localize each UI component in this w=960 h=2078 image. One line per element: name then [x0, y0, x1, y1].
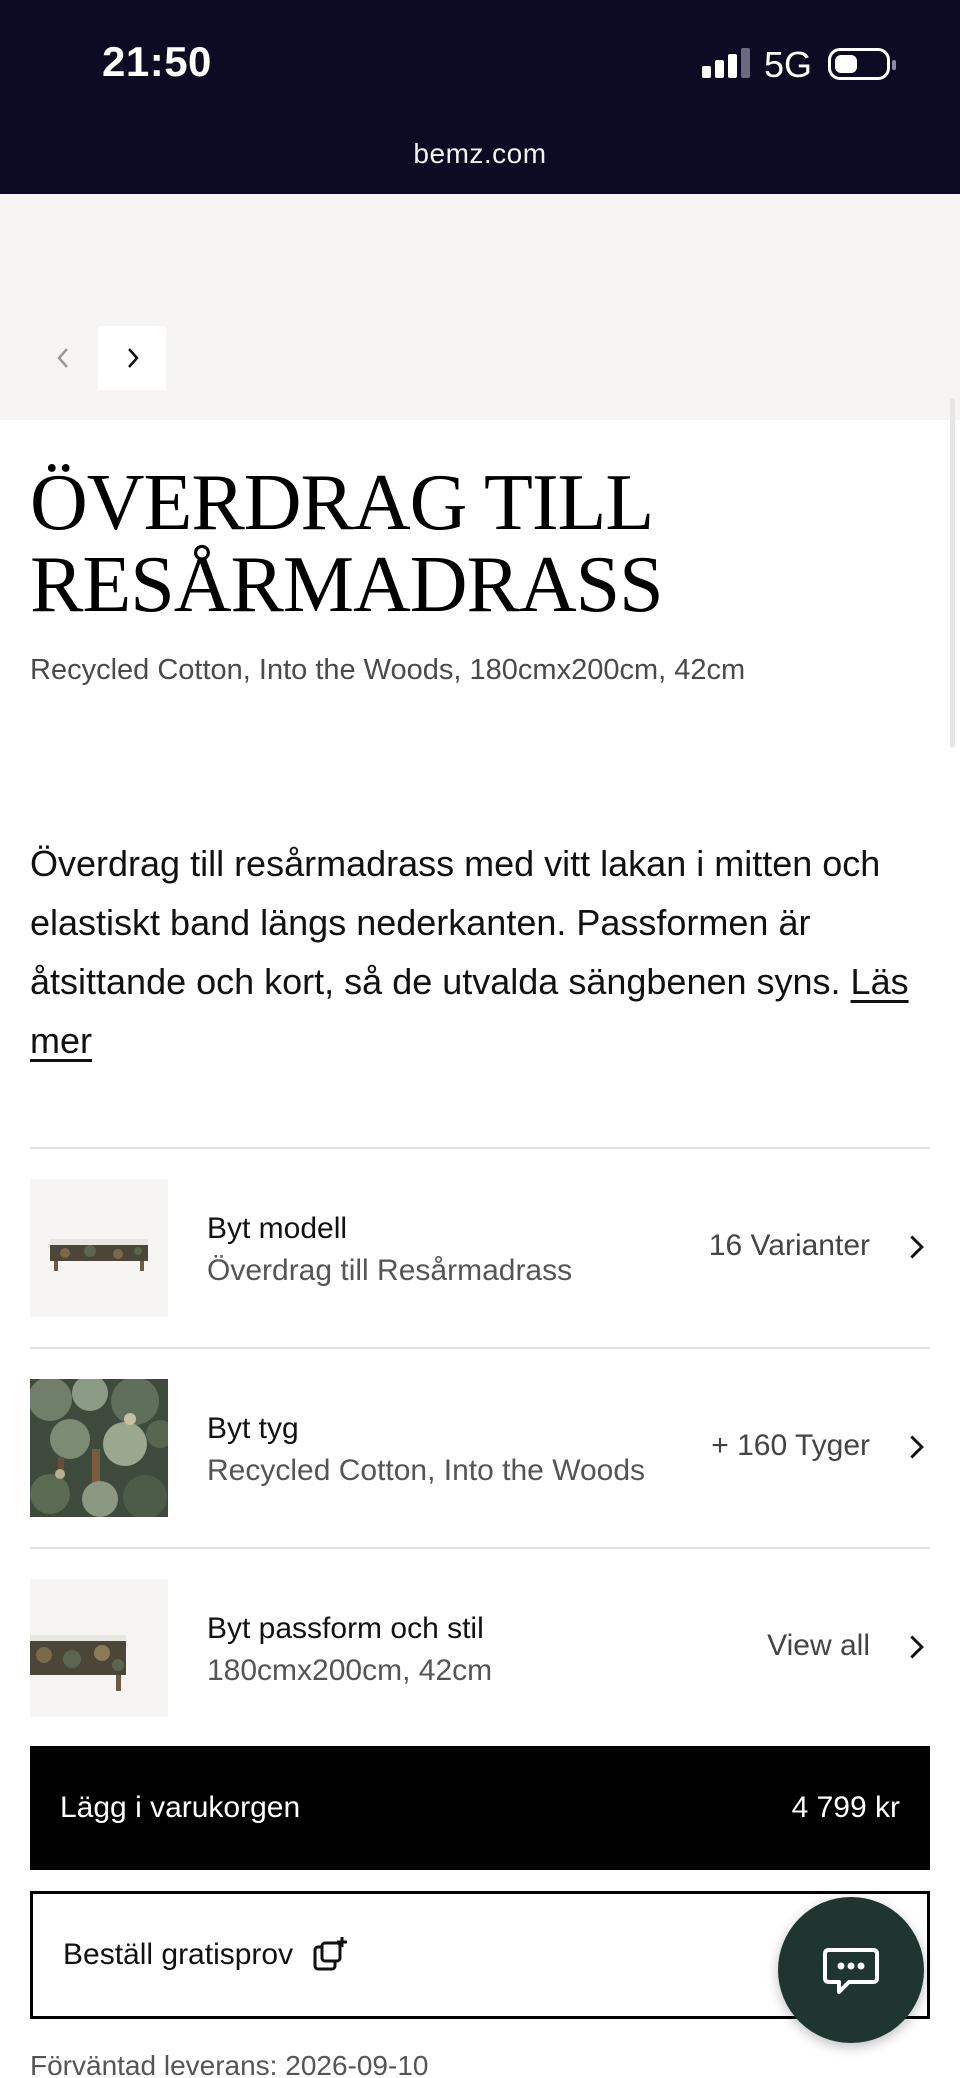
order-sample-label: Beställ gratisprov [63, 1938, 294, 1971]
clock: 21:50 [102, 38, 212, 85]
option-value: Recycled Cotton, Into the Woods [207, 1454, 646, 1487]
chevron-right-icon [128, 348, 139, 368]
option-title: Byt passform och stil [207, 1612, 484, 1645]
chevron-left-icon [57, 348, 68, 368]
chevron-right-icon [910, 1235, 924, 1259]
option-meta: 16 Varianter [708, 1229, 870, 1262]
page-scrollbar[interactable] [950, 398, 955, 748]
expected-delivery: Förväntad leverans: 2026-09-10 [30, 2050, 429, 2078]
option-list: Byt modell Överdrag till Resårmadrass 16… [30, 1147, 930, 1747]
option-value: Överdrag till Resårmadrass [207, 1254, 573, 1287]
option-title: Byt modell [207, 1212, 348, 1245]
signal-icon [702, 48, 750, 78]
add-to-cart-button[interactable]: Lägg i varukorgen 4 799 kr [30, 1746, 930, 1870]
product-subtitle: Recycled Cotton, Into the Woods, 180cmx2… [30, 654, 746, 686]
gallery-nav [30, 326, 167, 390]
option-meta: View all [767, 1629, 870, 1662]
gallery-prev-button[interactable] [30, 326, 98, 390]
product-description: Överdrag till resårmadrass med vitt laka… [30, 834, 930, 1070]
gallery-next-button[interactable] [98, 326, 166, 390]
price: 4 799 kr [791, 1791, 900, 1824]
option-row-model[interactable]: Byt modell Överdrag till Resårmadrass 16… [30, 1147, 930, 1347]
product-gallery [0, 194, 960, 420]
option-row-fabric[interactable]: Byt tyg Recycled Cotton, Into the Woods … [30, 1347, 930, 1547]
chevron-right-icon [910, 1435, 924, 1459]
option-meta: + 160 Tyger [711, 1429, 870, 1462]
description-text: Överdrag till resårmadrass med vitt laka… [30, 843, 881, 1002]
add-sample-icon [313, 1937, 348, 1971]
chevron-right-icon [910, 1635, 924, 1659]
status-bar: 21:50 5G bemz.com [0, 0, 960, 194]
add-to-cart-label: Lägg i varukorgen [60, 1791, 301, 1824]
page-title: ÖVERDRAG TILL RESÅRMADRASS [30, 459, 664, 629]
option-title: Byt tyg [207, 1412, 299, 1445]
model-thumbnail [30, 1179, 168, 1317]
address-bar[interactable]: bemz.com [0, 138, 960, 170]
chat-icon [823, 1948, 879, 1994]
battery-icon [828, 48, 896, 80]
network-label: 5G [764, 44, 813, 85]
fit-thumbnail [30, 1579, 168, 1717]
option-value: 180cmx200cm, 42cm [207, 1654, 493, 1687]
chat-button[interactable] [778, 1897, 924, 2043]
fabric-thumbnail [30, 1379, 168, 1517]
option-row-fit[interactable]: Byt passform och stil 180cmx200cm, 42cm … [30, 1547, 930, 1747]
